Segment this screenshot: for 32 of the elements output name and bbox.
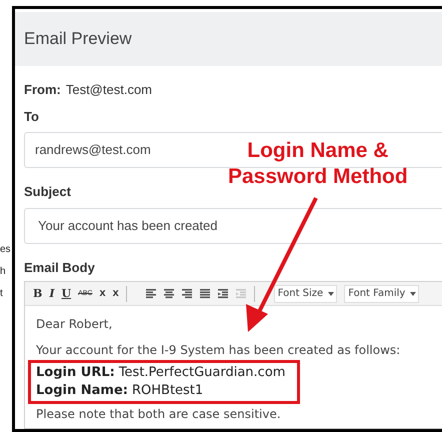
- credential-value: ROHBtest1: [132, 382, 204, 400]
- annotation-text: Login Name &: [247, 138, 388, 164]
- subject-label: Subject: [24, 183, 72, 201]
- email-paragraph: Your account for the I-9 System has been created as follows:: [36, 342, 402, 358]
- bold-button[interactable]: B: [33, 288, 42, 299]
- background-text: es: [0, 243, 11, 257]
- credential-label: Login URL:: [36, 364, 115, 382]
- credential-value: Test.PerfectGuardian.com: [118, 364, 286, 382]
- email-body-label: Email Body: [24, 258, 96, 277]
- alignright-icon[interactable]: [182, 288, 193, 298]
- subject-field[interactable]: Your account has been created: [24, 208, 442, 244]
- aligncenter-icon[interactable]: [164, 288, 175, 298]
- alignleft-icon[interactable]: [146, 288, 157, 298]
- from-label: From:: [24, 81, 61, 99]
- background-text: t: [0, 287, 3, 301]
- subscript-button[interactable]: x: [99, 288, 106, 299]
- to-label: To: [24, 108, 40, 126]
- font-dropdown[interactable]: Font Family: [344, 284, 420, 302]
- from-value: Test@test.com: [66, 81, 152, 99]
- email-paragraph: Dear Robert,: [36, 316, 114, 332]
- credential-label: Login Name:: [36, 382, 128, 400]
- underline-button[interactable]: U: [61, 288, 72, 299]
- caret-icon: [410, 292, 416, 296]
- font-dropdown[interactable]: Font Size: [274, 284, 338, 302]
- dialog-title: Email Preview: [24, 28, 132, 50]
- italic-button[interactable]: I: [49, 288, 54, 299]
- outdent-icon[interactable]: [218, 288, 229, 298]
- superscript-button[interactable]: x: [112, 288, 119, 299]
- justify-icon[interactable]: [200, 288, 211, 298]
- caret-icon: [328, 292, 334, 296]
- email-paragraph: Please note that both are case sensitive.: [36, 406, 282, 422]
- background-text: h: [0, 265, 6, 279]
